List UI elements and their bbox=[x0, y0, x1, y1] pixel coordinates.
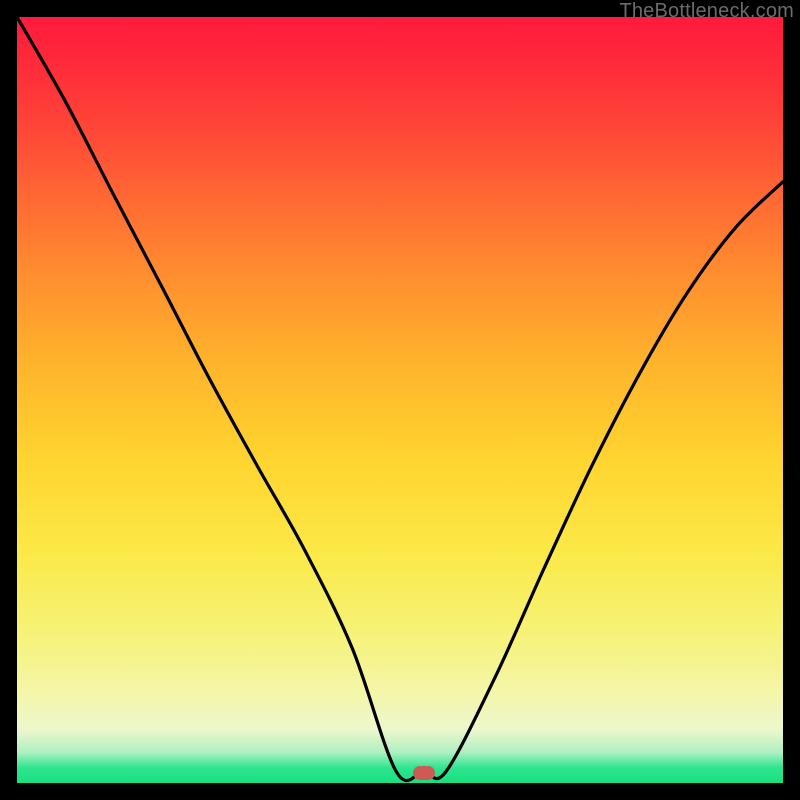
optimal-marker bbox=[413, 766, 435, 780]
watermark-text: TheBottleneck.com bbox=[619, 0, 794, 23]
bottleneck-curve bbox=[17, 17, 783, 783]
chart-frame: TheBottleneck.com bbox=[0, 0, 800, 800]
plot-area bbox=[17, 17, 783, 783]
